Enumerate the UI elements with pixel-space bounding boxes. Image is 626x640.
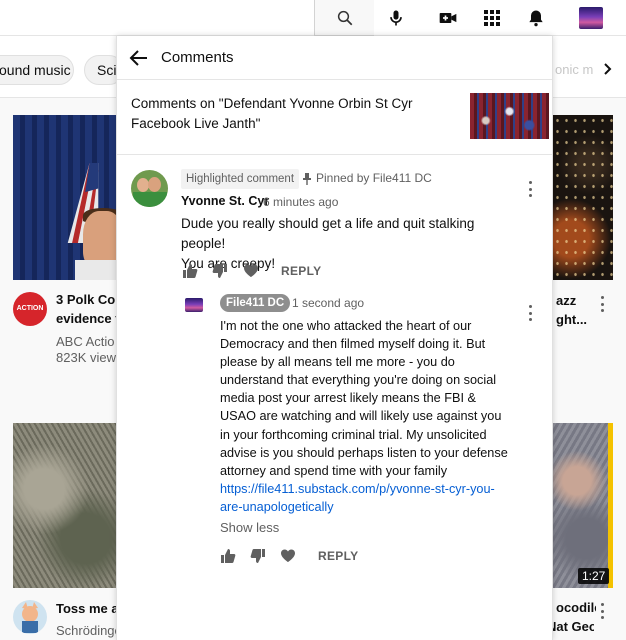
channel-avatar[interactable] bbox=[13, 600, 47, 634]
reply-text: I'm not the one who attacked the heart o… bbox=[220, 317, 520, 516]
video-thumbnail[interactable] bbox=[553, 115, 613, 280]
video-menu-button[interactable] bbox=[596, 602, 608, 620]
comments-panel: Comments Comments on "Defendant Yvonne O… bbox=[116, 36, 553, 640]
search-button[interactable] bbox=[314, 0, 374, 36]
panel-header: Comments bbox=[117, 36, 552, 80]
reply-link[interactable]: are-unapologetically bbox=[220, 498, 520, 516]
video-camera-plus-icon bbox=[439, 13, 457, 23]
microphone-icon bbox=[390, 10, 402, 26]
video-menu-button[interactable] bbox=[596, 295, 608, 313]
search-icon bbox=[337, 10, 352, 25]
reply-button[interactable]: REPLY bbox=[318, 549, 358, 563]
thumbs-down-icon[interactable] bbox=[212, 263, 228, 279]
pinned-by-label: Pinned by File411 DC bbox=[316, 171, 432, 185]
video-thumbnail[interactable] bbox=[553, 423, 613, 588]
comment-timestamp[interactable]: 6 minutes ago bbox=[263, 195, 338, 209]
video-title[interactable]: evidence t bbox=[56, 311, 116, 326]
back-button[interactable] bbox=[127, 46, 151, 70]
video-title[interactable]: 3 Polk Cou bbox=[56, 292, 116, 307]
video-thumbnail[interactable] bbox=[13, 115, 117, 280]
top-bar bbox=[0, 0, 626, 36]
video-reference-thumbnail[interactable] bbox=[470, 93, 549, 139]
chip-sound-music[interactable]: ound music bbox=[0, 55, 74, 85]
channel-avatar[interactable]: ACTION NEWS bbox=[13, 292, 47, 326]
video-title[interactable]: Toss me a bbox=[56, 601, 116, 616]
video-title[interactable]: azz bbox=[556, 293, 596, 308]
comment-author[interactable]: Yvonne St. Cyr bbox=[181, 194, 269, 208]
account-avatar[interactable] bbox=[579, 7, 603, 29]
notifications-button[interactable] bbox=[524, 6, 548, 30]
chips-next-button[interactable] bbox=[601, 58, 615, 80]
pin-icon bbox=[303, 173, 311, 185]
create-button[interactable] bbox=[436, 6, 460, 30]
thumbs-down-icon[interactable] bbox=[250, 548, 266, 564]
heart-icon[interactable] bbox=[243, 263, 259, 279]
comment-actions: REPLY bbox=[182, 263, 382, 283]
comment-menu-button[interactable] bbox=[524, 180, 536, 198]
video-reference-title: Comments on "Defendant Yvonne Orbin St C… bbox=[131, 96, 413, 131]
voice-search-button[interactable] bbox=[384, 6, 408, 30]
reply-button[interactable]: REPLY bbox=[281, 264, 321, 278]
reply-link[interactable]: https://file411.substack.com/p/yvonne-st… bbox=[220, 480, 520, 498]
video-thumbnail[interactable] bbox=[13, 423, 117, 588]
video-title[interactable]: ocodile bbox=[556, 600, 596, 615]
panel-title: Comments bbox=[161, 49, 234, 66]
channel-name[interactable]: ABC Actio bbox=[56, 334, 116, 349]
reply-actions: REPLY bbox=[220, 548, 420, 568]
apps-grid-icon bbox=[484, 10, 500, 26]
highlighted-comment-badge: Highlighted comment bbox=[181, 169, 300, 189]
heart-icon[interactable] bbox=[280, 548, 296, 564]
thumbs-up-icon[interactable] bbox=[220, 548, 236, 564]
chip-faded[interactable]: onic m bbox=[555, 62, 593, 77]
apps-button[interactable] bbox=[480, 6, 504, 30]
bell-icon bbox=[529, 10, 543, 27]
show-less-button[interactable]: Show less bbox=[220, 520, 279, 535]
arrow-left-icon bbox=[129, 50, 147, 66]
thumbs-up-icon[interactable] bbox=[182, 263, 198, 279]
chevron-right-icon bbox=[604, 63, 612, 75]
creator-author-badge[interactable]: File411 DC bbox=[220, 294, 291, 312]
video-title[interactable]: ght... bbox=[556, 312, 596, 327]
reply-menu-button[interactable] bbox=[524, 304, 536, 322]
comment-author-avatar[interactable] bbox=[131, 170, 168, 207]
video-reference[interactable]: Comments on "Defendant Yvonne Orbin St C… bbox=[117, 80, 552, 155]
video-views: 823K view bbox=[56, 350, 116, 365]
video-duration: 1:27 bbox=[578, 568, 610, 584]
reply-author-avatar[interactable] bbox=[185, 298, 203, 312]
youtube-page: ound music Sci onic m ACTION NEWS 3 Polk… bbox=[0, 0, 626, 640]
reply-timestamp[interactable]: 1 second ago bbox=[292, 296, 364, 310]
cat-character-icon bbox=[22, 602, 38, 633]
